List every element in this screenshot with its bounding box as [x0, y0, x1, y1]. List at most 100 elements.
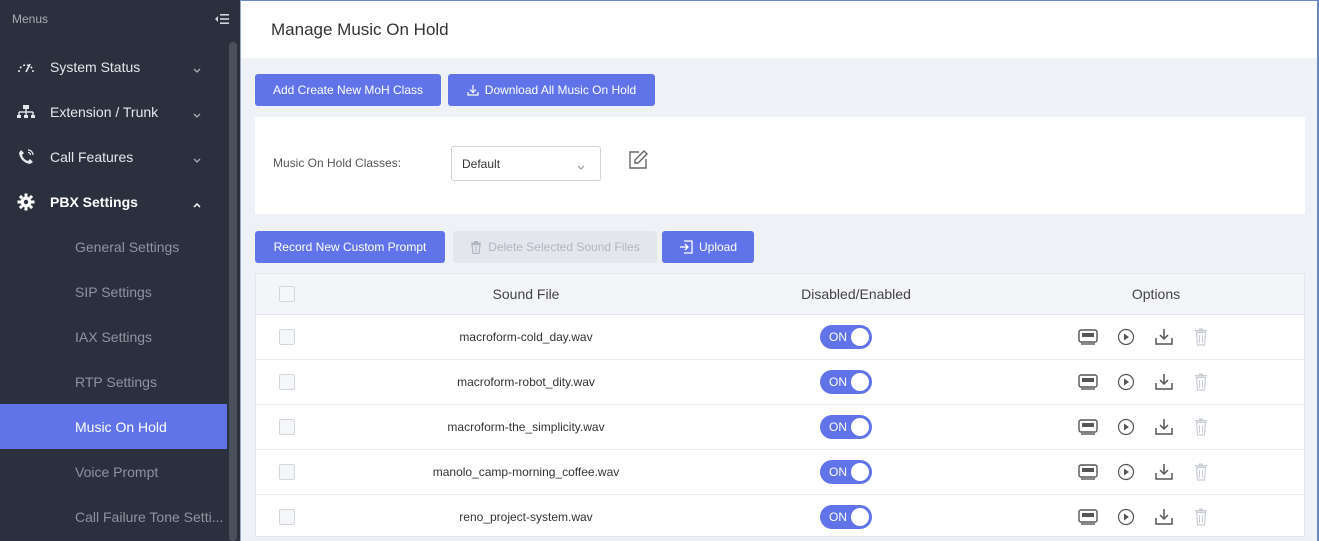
toggle-knob — [851, 463, 869, 481]
delete-icon[interactable] — [1191, 462, 1211, 482]
toggle-state: ON — [829, 375, 847, 389]
download-icon — [467, 85, 479, 96]
row-checkbox[interactable] — [279, 464, 295, 480]
header-enabled: Disabled/Enabled — [801, 286, 911, 302]
enable-toggle[interactable]: ON — [820, 460, 872, 484]
download-icon[interactable] — [1154, 372, 1174, 392]
moh-class-selected-value: Default — [462, 156, 501, 171]
chevron-down-icon — [192, 152, 202, 163]
download-icon[interactable] — [1154, 417, 1174, 437]
sound-file-name: macroform-the_simplicity.wav — [447, 420, 605, 434]
phone-icon — [16, 147, 36, 167]
sidebar-item-general-settings[interactable]: General Settings — [0, 224, 230, 269]
edit-icon[interactable] — [627, 149, 649, 171]
add-moh-class-button[interactable]: Add Create New MoH Class — [255, 74, 441, 106]
chevron-down-icon — [192, 62, 202, 73]
page-header: Manage Music On Hold — [241, 1, 1317, 58]
replace-icon[interactable] — [1078, 372, 1098, 392]
download-all-moh-button[interactable]: Download All Music On Hold — [448, 74, 655, 106]
download-all-label: Download All Music On Hold — [484, 83, 637, 97]
network-icon — [16, 102, 36, 122]
sound-files-table: Sound File Disabled/Enabled Options macr… — [255, 273, 1305, 540]
play-icon[interactable] — [1116, 372, 1136, 392]
table-row: macroform-robot_dity.wav ON — [256, 360, 1304, 405]
enable-toggle[interactable]: ON — [820, 370, 872, 394]
row-checkbox[interactable] — [279, 374, 295, 390]
row-checkbox[interactable] — [279, 419, 295, 435]
replace-icon[interactable] — [1078, 507, 1098, 527]
toggle-state: ON — [829, 510, 847, 524]
sidebar-item-sip-settings[interactable]: SIP Settings — [0, 269, 230, 314]
chevron-up-icon — [192, 197, 202, 208]
enable-toggle[interactable]: ON — [820, 415, 872, 439]
play-icon[interactable] — [1116, 327, 1136, 347]
play-icon[interactable] — [1116, 507, 1136, 527]
add-moh-class-label: Add Create New MoH Class — [272, 83, 424, 97]
table-row: manolo_camp-morning_coffee.wav ON — [256, 450, 1304, 495]
chevron-down-icon — [192, 107, 202, 118]
play-icon[interactable] — [1116, 462, 1136, 482]
table-row: macroform-the_simplicity.wav ON — [256, 405, 1304, 450]
menu-item-call-features[interactable]: Call Features — [0, 134, 230, 179]
delete-icon[interactable] — [1191, 372, 1211, 392]
sidebar-item-iax-settings[interactable]: IAX Settings — [0, 314, 230, 359]
sidebar: Menus System Status Extension / Trunk Ca… — [0, 0, 240, 541]
replace-icon[interactable] — [1078, 417, 1098, 437]
record-custom-prompt-label: Record New Custom Prompt — [273, 240, 427, 254]
chevron-down-icon — [576, 161, 586, 175]
upload-button[interactable]: Upload — [662, 231, 754, 263]
toggle-state: ON — [829, 330, 847, 344]
trash-icon — [471, 240, 482, 254]
download-icon[interactable] — [1154, 327, 1174, 347]
sidebar-item-rtp-settings[interactable]: RTP Settings — [0, 359, 230, 404]
select-all-checkbox[interactable] — [279, 286, 295, 302]
replace-icon[interactable] — [1078, 327, 1098, 347]
gauge-icon — [16, 57, 36, 77]
menu-label: Extension / Trunk — [50, 103, 159, 120]
gear-icon — [16, 192, 36, 212]
toggle-state: ON — [829, 465, 847, 479]
page-title: Manage Music On Hold — [271, 19, 449, 39]
table-row: macroform-cold_day.wav ON — [256, 315, 1304, 360]
menu-label: PBX Settings — [50, 193, 138, 210]
moh-class-panel: Music On Hold Classes: Default — [255, 117, 1305, 214]
replace-icon[interactable] — [1078, 462, 1098, 482]
toggle-knob — [851, 373, 869, 391]
sound-file-name: macroform-cold_day.wav — [459, 330, 593, 344]
header-sound-file: Sound File — [492, 286, 560, 302]
row-checkbox[interactable] — [279, 329, 295, 345]
enable-toggle[interactable]: ON — [820, 325, 872, 349]
menu-item-extension-trunk[interactable]: Extension / Trunk — [0, 89, 230, 134]
collapse-menu-icon[interactable] — [214, 12, 230, 26]
moh-class-select[interactable]: Default — [451, 146, 601, 181]
upload-icon — [679, 240, 693, 254]
toggle-knob — [851, 328, 869, 346]
delete-selected-files-button[interactable]: Delete Selected Sound Files — [453, 231, 657, 263]
record-custom-prompt-button[interactable]: Record New Custom Prompt — [255, 231, 445, 263]
enable-toggle[interactable]: ON — [820, 505, 872, 529]
download-icon[interactable] — [1154, 462, 1174, 482]
toggle-state: ON — [829, 420, 847, 434]
download-icon[interactable] — [1154, 507, 1174, 527]
sidebar-scrollbar[interactable] — [229, 42, 237, 541]
sidebar-item-voice-prompt[interactable]: Voice Prompt — [0, 449, 230, 494]
menu-item-pbx-settings[interactable]: PBX Settings — [0, 179, 230, 224]
delete-icon[interactable] — [1191, 507, 1211, 527]
menu-item-system-status[interactable]: System Status — [0, 44, 230, 89]
sidebar-item-call-failure-tone[interactable]: Call Failure Tone Setti... — [0, 494, 230, 539]
menu-label: Call Features — [50, 148, 134, 165]
toggle-knob — [851, 418, 869, 436]
row-checkbox[interactable] — [279, 509, 295, 525]
moh-classes-label: Music On Hold Classes: — [273, 156, 402, 170]
delete-icon[interactable] — [1191, 417, 1211, 437]
menu-label: System Status — [50, 58, 141, 75]
table-header: Sound File Disabled/Enabled Options — [256, 274, 1304, 315]
sidebar-header: Menus — [0, 0, 240, 37]
delete-icon[interactable] — [1191, 327, 1211, 347]
play-icon[interactable] — [1116, 417, 1136, 437]
table-row: reno_project-system.wav ON — [256, 495, 1304, 540]
sidebar-item-music-on-hold[interactable]: Music On Hold — [0, 404, 227, 449]
header-options: Options — [1131, 286, 1181, 302]
sound-file-name: macroform-robot_dity.wav — [457, 375, 595, 389]
main-content: Manage Music On Hold Add Create New MoH … — [240, 0, 1319, 541]
